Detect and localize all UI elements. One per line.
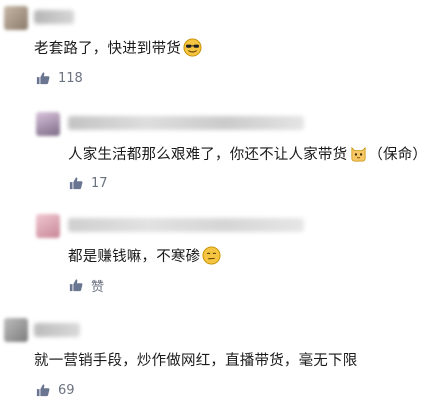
like-count: 69: [58, 382, 75, 398]
thumbs-up-icon: [69, 279, 83, 292]
like-count: 17: [91, 175, 108, 191]
like-count: 118: [58, 70, 83, 86]
comment-text: 老套路了，快进到带货: [34, 38, 202, 59]
thinking-emoji: [202, 246, 221, 265]
username-blurred[interactable]: [68, 116, 304, 130]
avatar[interactable]: [4, 318, 28, 342]
like-count: 赞: [91, 279, 105, 295]
reply-1: 人家生活都那么艰难了，你还不让人家带货 （保命） 17: [36, 102, 443, 202]
like-button[interactable]: 赞: [69, 276, 105, 295]
thumbs-up-icon: [69, 177, 83, 190]
comment-2: 就一营销手段，炒作做网红，直播带货，毫无下限 69: [0, 310, 443, 400]
avatar[interactable]: [4, 6, 28, 30]
thumbs-up-icon: [36, 72, 50, 85]
username-blurred[interactable]: [34, 10, 74, 24]
cool-sunglasses-emoji: [183, 38, 202, 57]
comment-text: 就一营销手段，炒作做网红，直播带货，毫无下限: [34, 353, 358, 369]
like-button[interactable]: 17: [69, 174, 108, 192]
thumbs-up-icon: [36, 384, 50, 397]
reply-text: 都是赚钱嘛，不寒碜: [68, 246, 221, 267]
like-button[interactable]: 118: [36, 69, 83, 87]
reply-2: 都是赚钱嘛，不寒碜 赞: [36, 204, 443, 304]
cat-emoji: [351, 146, 366, 162]
avatar[interactable]: [36, 112, 60, 136]
username-blurred[interactable]: [34, 323, 80, 337]
comment-thread: 老套路了，快进到带货 118 人家生活都那么艰难了，你还不让人家带货 （保命） …: [0, 0, 443, 400]
like-button[interactable]: 69: [36, 381, 75, 399]
reply-text: 人家生活都那么艰难了，你还不让人家带货 （保命）: [68, 144, 427, 165]
avatar[interactable]: [36, 214, 60, 238]
username-blurred[interactable]: [68, 218, 304, 232]
comment-1: 老套路了，快进到带货 118: [0, 0, 443, 95]
